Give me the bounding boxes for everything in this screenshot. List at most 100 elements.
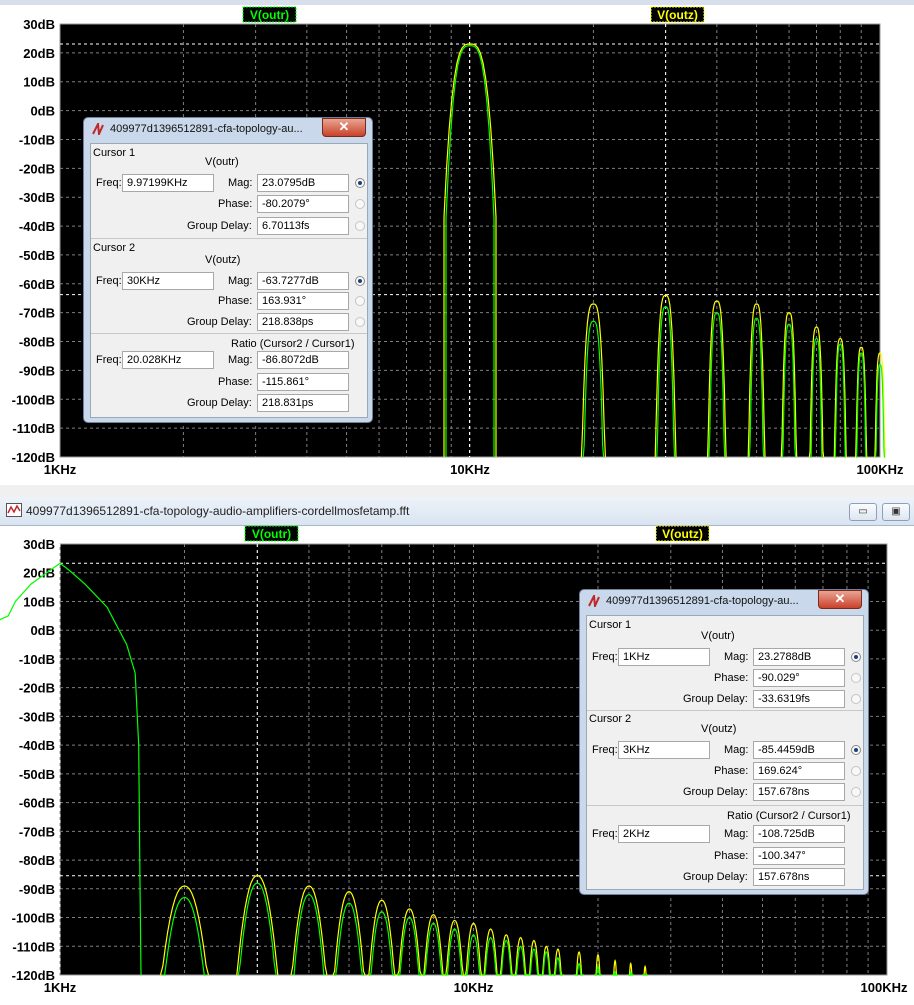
cursor1-gd-radio[interactable]	[851, 694, 861, 704]
cursor2-mag-radio[interactable]	[851, 745, 861, 755]
y-tick-label: -100dB	[12, 911, 55, 926]
dialog-title: 409977d1396512891-cfa-topology-au...	[110, 123, 303, 135]
y-tick-label: -40dB	[19, 219, 55, 234]
y-tick-label: -110dB	[12, 939, 55, 954]
ratio-freq-field[interactable]: 2KHz	[618, 825, 710, 843]
freq-label: Freq:	[96, 275, 122, 287]
ratio-freq-field[interactable]: 20.028KHz	[122, 351, 214, 369]
cursor1-mag-field: 23.2788dB	[753, 648, 845, 666]
mag-label: Mag:	[724, 744, 749, 756]
cursor1-gd-radio[interactable]	[355, 221, 365, 231]
group-delay-label: Group Delay:	[187, 220, 252, 232]
mag-label: Mag:	[228, 275, 253, 287]
cursor1-section: Cursor 1 V(outr) Freq: 9.97199KHz Mag: 2…	[91, 144, 367, 239]
cursor1-mag-radio[interactable]	[851, 652, 861, 662]
close-icon: ✕	[834, 591, 846, 606]
y-tick-label: -90dB	[19, 363, 55, 378]
group-delay-label: Group Delay:	[683, 693, 748, 705]
group-delay-label: Group Delay:	[187, 316, 252, 328]
cursor1-trace: V(outr)	[205, 156, 239, 168]
phase-label: Phase:	[218, 198, 253, 210]
y-tick-label: -70dB	[19, 824, 55, 839]
cursor2-freq-field[interactable]: 30KHz	[122, 272, 214, 290]
y-tick-label: 10dB	[23, 594, 55, 609]
cursor2-trace: V(outz)	[205, 254, 241, 266]
y-tick-label: -70dB	[19, 306, 55, 321]
phase-label: Phase:	[218, 295, 253, 307]
cursor1-gd-field: -33.6319fs	[753, 690, 845, 708]
y-tick-label: -100dB	[12, 392, 55, 407]
ratio-gd-field: 218.831ps	[257, 394, 349, 412]
y-tick-label: -110dB	[12, 421, 55, 436]
cursor2-gd-field: 218.838ps	[257, 313, 349, 331]
cursor2-header: Cursor 2	[589, 713, 632, 725]
cursor1-phase-field: -90.029°	[753, 669, 845, 687]
cursor1-phase-field: -80.2079°	[257, 195, 349, 213]
x-tick-label: 10KHz	[454, 980, 494, 995]
cursor1-freq-field[interactable]: 1KHz	[618, 648, 710, 666]
dialog-titlebar[interactable]: 409977d1396512891-cfa-topology-au... ✕	[580, 590, 868, 612]
cursor2-phase-radio[interactable]	[355, 296, 365, 306]
ratio-header: Ratio (Cursor2 / Cursor1)	[231, 338, 355, 350]
cursor-dialog-bottom[interactable]: 409977d1396512891-cfa-topology-au... ✕ C…	[579, 589, 869, 895]
group-delay-label: Group Delay:	[683, 786, 748, 798]
y-tick-label: -20dB	[19, 161, 55, 176]
cursor2-section: Cursor 2 V(outz) Freq: 3KHz Mag: -85.445…	[587, 711, 863, 806]
close-button[interactable]: ✕	[818, 590, 862, 609]
ratio-phase-field: -100.347°	[753, 847, 845, 865]
y-tick-label: -30dB	[19, 190, 55, 205]
cursor2-freq-field[interactable]: 3KHz	[618, 741, 710, 759]
cursor1-phase-radio[interactable]	[851, 673, 861, 683]
y-tick-label: 0dB	[30, 623, 55, 638]
cursor1-freq-field[interactable]: 9.97199KHz	[122, 174, 214, 192]
cursor2-gd-radio[interactable]	[851, 787, 861, 797]
dialog-titlebar[interactable]: 409977d1396512891-cfa-topology-au... ✕	[84, 118, 372, 140]
x-tick-label: 1KHz	[44, 462, 77, 477]
cursor1-mag-radio[interactable]	[355, 178, 365, 188]
x-tick-label: 100KHz	[861, 980, 908, 995]
x-tick-label: 1KHz	[44, 980, 77, 995]
cursor1-mag-field: 23.0795dB	[257, 174, 349, 192]
trace-label: V(outr)	[252, 527, 291, 541]
dialog-body: Cursor 1 V(outr) Freq: 9.97199KHz Mag: 2…	[90, 143, 368, 418]
close-icon: ✕	[338, 119, 350, 134]
y-tick-label: 10dB	[23, 75, 55, 90]
mag-label: Mag:	[724, 651, 749, 663]
cursor1-gd-field: 6.70113fs	[257, 217, 349, 235]
y-tick-label: 20dB	[23, 46, 55, 61]
trace-label: V(outz)	[662, 527, 703, 541]
cursor2-phase-radio[interactable]	[851, 766, 861, 776]
cursor2-gd-radio[interactable]	[355, 317, 365, 327]
cursor1-phase-radio[interactable]	[355, 199, 365, 209]
ratio-mag-field: -86.8072dB	[257, 351, 349, 369]
cursor1-header: Cursor 1	[93, 147, 136, 159]
freq-label: Freq:	[592, 828, 618, 840]
trace-label: V(outz)	[657, 8, 698, 22]
cursor2-trace: V(outz)	[701, 723, 737, 735]
ratio-section: Ratio (Cursor2 / Cursor1) Freq: 20.028KH…	[91, 334, 367, 418]
cursor2-mag-field: -63.7277dB	[257, 272, 349, 290]
freq-label: Freq:	[96, 354, 122, 366]
cursor1-trace: V(outr)	[701, 630, 735, 642]
mag-label: Mag:	[228, 354, 253, 366]
y-tick-label: 30dB	[23, 537, 55, 552]
cursor2-mag-radio[interactable]	[355, 276, 365, 286]
x-tick-label: 100KHz	[857, 462, 904, 477]
ratio-mag-field: -108.725dB	[753, 825, 845, 843]
dialog-body: Cursor 1 V(outr) Freq: 1KHz Mag: 23.2788…	[586, 615, 864, 890]
cursor2-mag-field: -85.4459dB	[753, 741, 845, 759]
y-tick-label: -10dB	[19, 132, 55, 147]
y-tick-label: -60dB	[19, 277, 55, 292]
cursor2-phase-field: 169.624°	[753, 762, 845, 780]
cursor2-section: Cursor 2 V(outz) Freq: 30KHz Mag: -63.72…	[91, 239, 367, 334]
cursor2-header: Cursor 2	[93, 242, 136, 254]
y-tick-label: -50dB	[19, 767, 55, 782]
trace-label: V(outr)	[250, 8, 289, 22]
ratio-section: Ratio (Cursor2 / Cursor1) Freq: 2KHz Mag…	[587, 806, 863, 890]
ltspice-icon	[92, 123, 104, 135]
y-tick-label: 0dB	[30, 104, 55, 119]
cursor-dialog-top[interactable]: 409977d1396512891-cfa-topology-au... ✕ C…	[83, 117, 373, 423]
cursor2-gd-field: 157.678ns	[753, 783, 845, 801]
dialog-title: 409977d1396512891-cfa-topology-au...	[606, 595, 799, 607]
close-button[interactable]: ✕	[322, 118, 366, 137]
